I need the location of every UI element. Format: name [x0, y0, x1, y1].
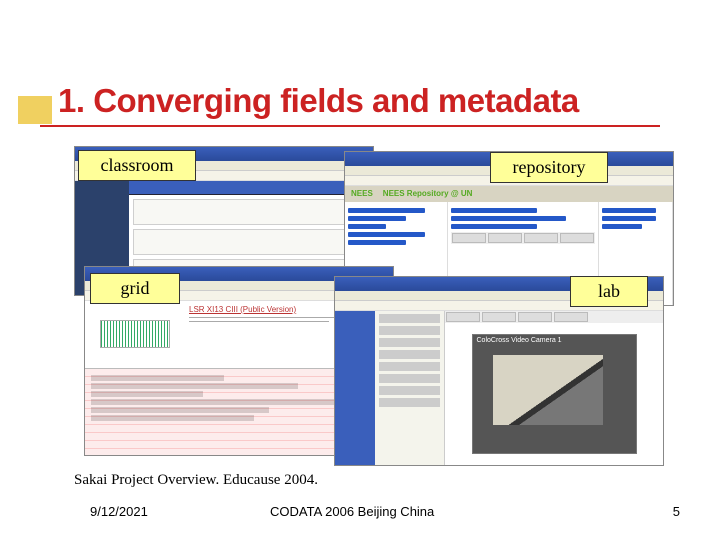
repo-title: NEES Repository @ UN	[383, 189, 473, 199]
citation: Sakai Project Overview. Educause 2004.	[74, 472, 318, 489]
title-underline	[40, 125, 660, 127]
lab-tabs	[445, 311, 663, 323]
label-repository: repository	[490, 152, 608, 183]
video-caption: ColoCross Video Camera 1	[477, 337, 562, 344]
content-row	[133, 199, 369, 225]
lab-sidebar	[335, 311, 375, 465]
slide: 1. Converging fields and metadata	[0, 0, 720, 540]
video-feed: ColoCross Video Camera 1	[472, 334, 637, 454]
footer-date: 9/12/2021	[90, 504, 148, 519]
title-accent	[18, 96, 52, 124]
content-header	[129, 181, 373, 195]
content-row	[133, 229, 369, 255]
label-classroom: classroom	[78, 150, 196, 181]
label-grid: grid	[90, 273, 180, 304]
repo-tabs	[451, 232, 595, 244]
nees-logo-text: NEES	[351, 189, 373, 199]
label-lab: lab	[570, 276, 648, 307]
waveform-icon	[100, 320, 170, 348]
lab-nav	[375, 311, 445, 465]
page-number: 5	[673, 504, 680, 519]
footer-venue: CODATA 2006 Beijing China	[270, 504, 434, 519]
slide-title: 1. Converging fields and metadata	[58, 82, 579, 120]
repo-header: NEES NEES Repository @ UN	[345, 186, 673, 202]
